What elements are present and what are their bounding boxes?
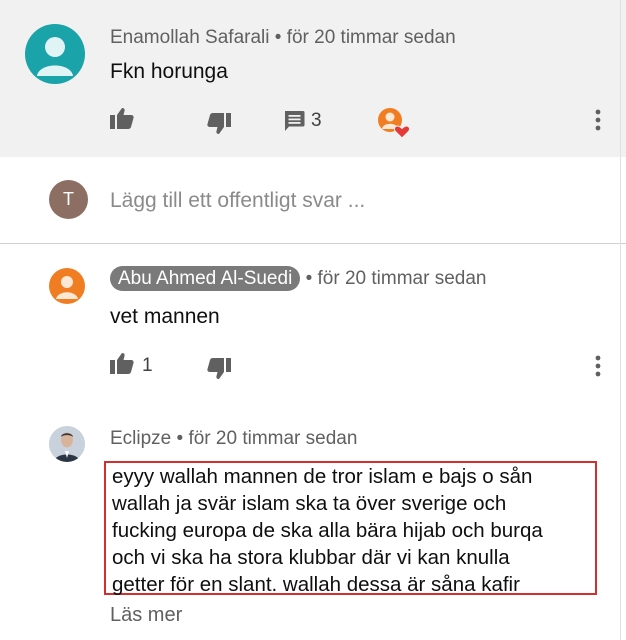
comment-meta: Eclipze • för 20 timmar sedan (110, 428, 357, 450)
divider (0, 243, 626, 244)
comment-text: eyyy wallah mannen de tror islam e bajs … (112, 463, 597, 598)
comment-text-line: fucking europa de ska alla bära hijab oc… (112, 519, 543, 542)
avatar[interactable] (49, 268, 85, 304)
comment-text: Fkn horunga (110, 60, 228, 83)
scrollbar[interactable] (620, 0, 626, 640)
comment-time: • för 20 timmar sedan (176, 428, 358, 449)
thumbs-up-icon[interactable] (110, 107, 134, 129)
comment-time: • för 20 timmar sedan (274, 27, 456, 48)
thumbs-up-icon[interactable] (110, 352, 134, 374)
comment-meta: Abu Ahmed Al-Suedi • för 20 timmar sedan (110, 266, 487, 291)
comment-time: • för 20 timmar sedan (305, 268, 487, 289)
comment-text-line: eyyy wallah mannen de tror islam e bajs … (112, 465, 533, 488)
avatar[interactable] (25, 24, 85, 84)
comment-text: vet mannen (110, 305, 220, 328)
read-more-link[interactable]: Läs mer (110, 604, 182, 627)
avatar[interactable] (49, 426, 85, 462)
comment-text-line: wallah ja svär islam ska ta över sverige… (112, 492, 507, 515)
comment-icon[interactable] (283, 110, 305, 132)
reply-count[interactable]: 3 (311, 110, 322, 132)
reply-avatar: T (49, 180, 88, 219)
comment-text-line: getter för en slant. wallah dessa är sån… (112, 573, 520, 596)
author-name[interactable]: Abu Ahmed Al-Suedi (110, 266, 301, 291)
thumbs-down-icon[interactable] (207, 113, 231, 135)
author-name[interactable]: Eclipze (110, 428, 171, 449)
more-vert-icon[interactable] (594, 354, 602, 378)
like-count: 1 (142, 355, 153, 376)
highlighted-comment (0, 0, 626, 157)
author-name[interactable]: Enamollah Safarali (110, 27, 269, 48)
comment-text-line: och vi ska ha stora klubbar där vi kan k… (112, 546, 510, 569)
comment-meta: Enamollah Safarali • för 20 timmar sedan (110, 27, 456, 49)
creator-heart-icon (377, 107, 411, 139)
thumbs-down-icon[interactable] (207, 358, 231, 380)
reply-input[interactable]: Lägg till ett offentligt svar ... (110, 189, 365, 213)
more-vert-icon[interactable] (594, 108, 602, 132)
